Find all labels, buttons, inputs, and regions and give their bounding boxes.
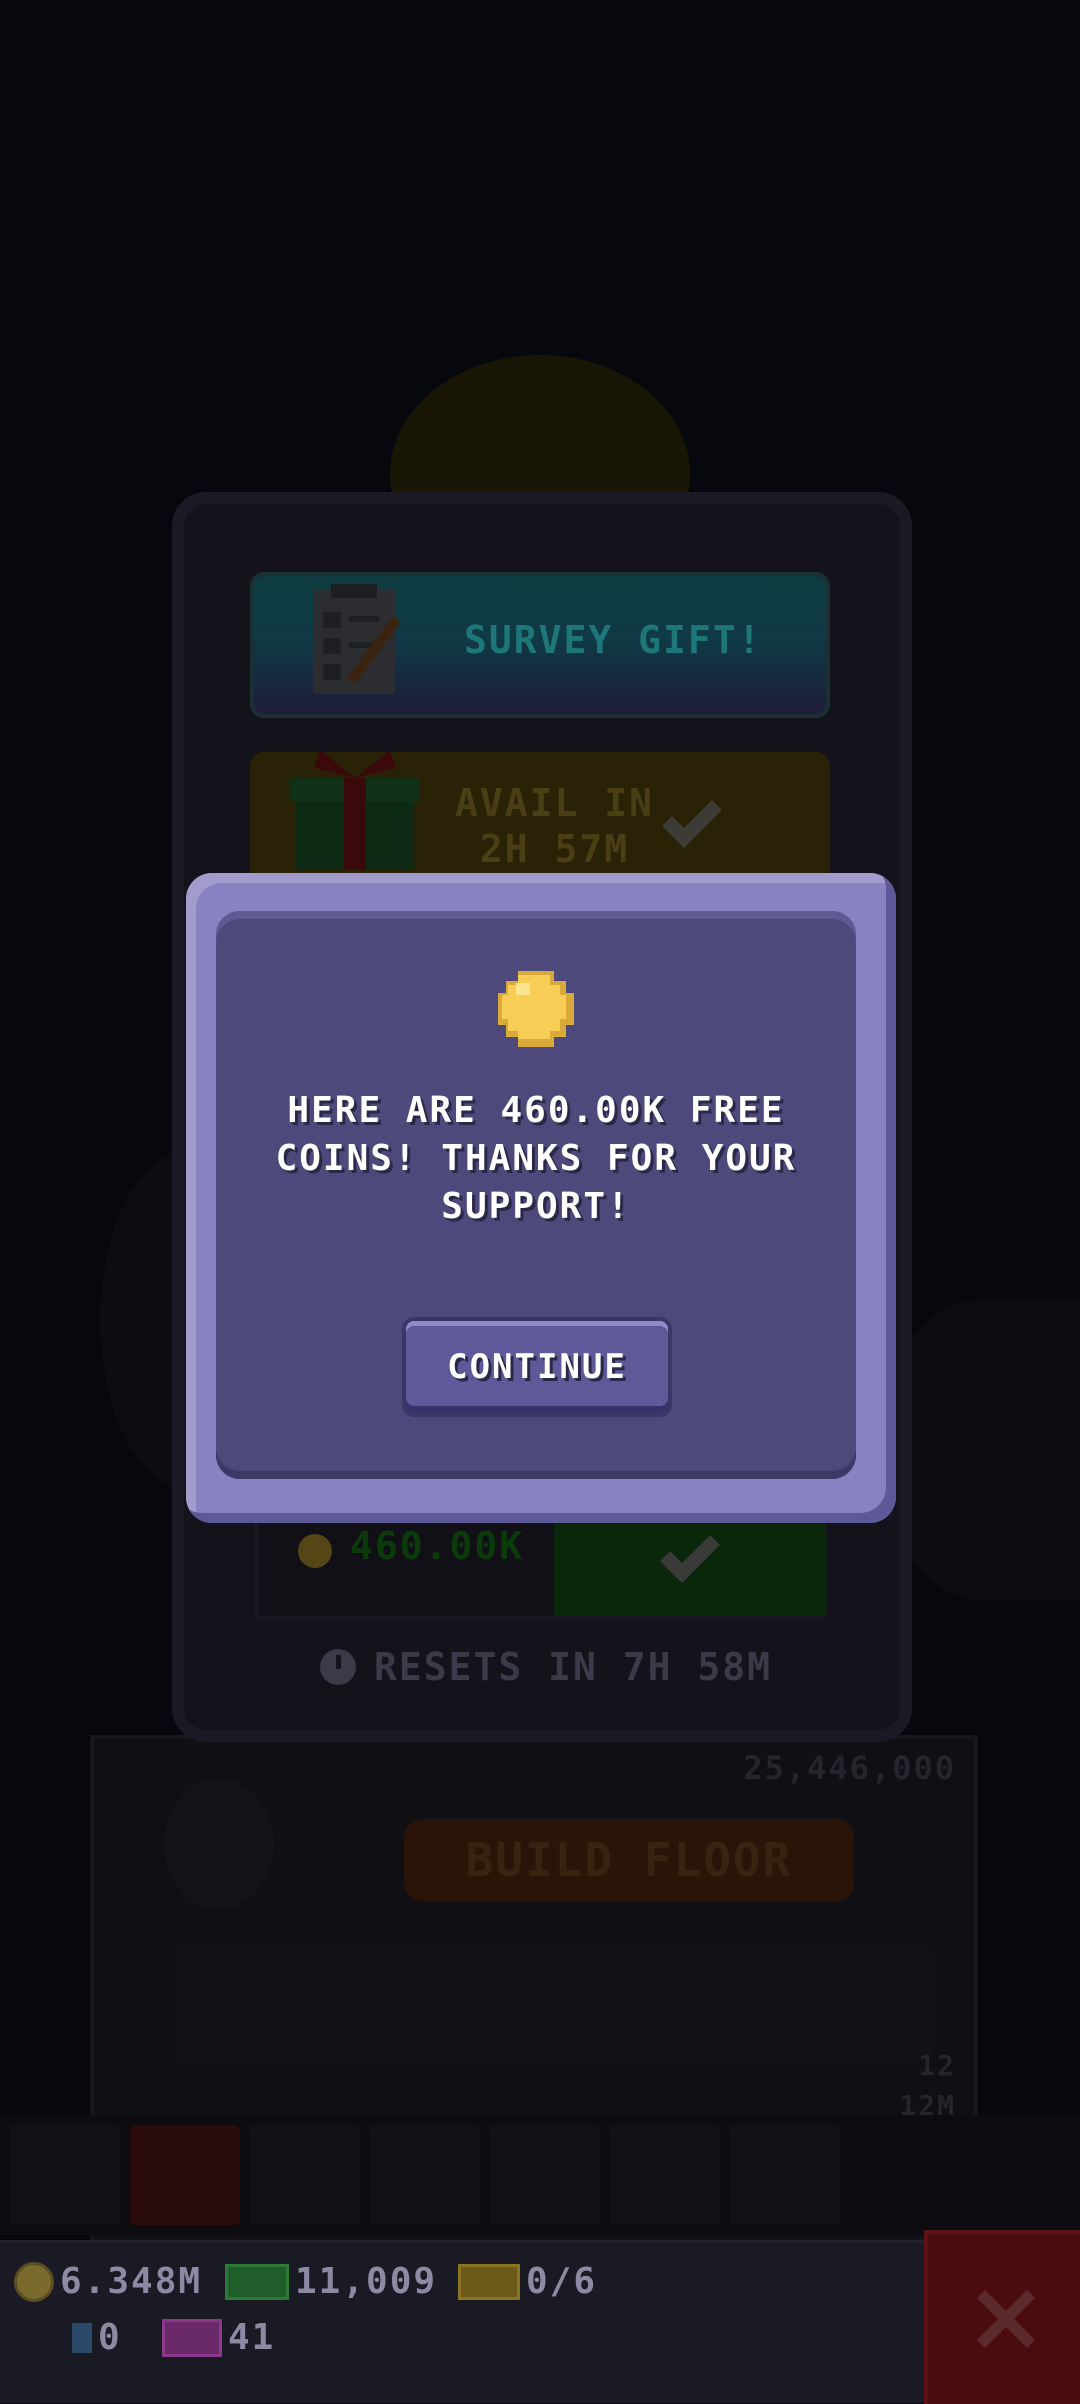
vip-counter: 0/6 [458, 2261, 597, 2302]
check-icon [662, 800, 722, 848]
continue-button[interactable]: CONTINUE [406, 1321, 668, 1413]
keys-value: 0 [98, 2317, 122, 2358]
vip-value: 0/6 [526, 2261, 598, 2302]
check-icon [660, 1535, 720, 1583]
clock-icon [320, 1649, 356, 1685]
bux-value: 11,009 [295, 2261, 438, 2302]
survey-gift-label: SURVEY GIFT! [464, 618, 763, 662]
reward-message: HERE ARE 460.00K FREE COINS! THANKS FOR … [275, 1090, 797, 1227]
vip-ticket-icon [458, 2263, 520, 2300]
floor-count: 12 [918, 2049, 956, 2082]
build-floor-button[interactable]: BUILD FLOOR [404, 1819, 854, 1901]
coins-counter: 6.348M [14, 2261, 202, 2302]
ticket-icon [162, 2318, 222, 2357]
bux-counter: 11,009 [225, 2261, 437, 2302]
toolbar-slot[interactable] [490, 2125, 600, 2225]
gift-timer: 2H 57M [479, 827, 630, 871]
gift-icon [290, 750, 420, 870]
tickets-value: 41 [228, 2317, 276, 2358]
resets-label: RESETS IN 7H 58M [374, 1645, 773, 1689]
resets-timer: RESETS IN 7H 58M [320, 1645, 772, 1689]
coin-icon [498, 971, 574, 1047]
toolbar-slot[interactable] [10, 2125, 120, 2225]
floor-cost: 25,446,000 [743, 1749, 956, 1787]
close-icon [977, 2290, 1035, 2348]
toolbar-slot[interactable] [370, 2125, 480, 2225]
tickets-counter: 41 [162, 2317, 275, 2358]
reward-amount: 460.00K [350, 1524, 525, 1568]
toolbar-slot[interactable] [730, 2125, 840, 2225]
key-icon [72, 2322, 92, 2353]
gift-avail-line: AVAIL IN [455, 781, 655, 825]
close-button[interactable] [924, 2230, 1080, 2404]
gift-availability: AVAIL IN 2H 57M [455, 780, 654, 872]
reward-modal: HERE ARE 460.00K FREE COINS! THANKS FOR … [186, 873, 896, 1523]
survey-gift-button[interactable]: SURVEY GIFT! [250, 572, 830, 718]
coin-icon [14, 2261, 54, 2302]
keys-counter: 0 [72, 2317, 122, 2358]
toolbar-slot[interactable] [130, 2125, 240, 2225]
toolbar [0, 2115, 1080, 2235]
clipboard-icon [313, 584, 401, 694]
coins-value: 6.348M [60, 2261, 203, 2302]
floor-row [174, 1949, 934, 2059]
toolbar-slot[interactable] [610, 2125, 720, 2225]
avatar [164, 1779, 274, 1909]
modal-body: HERE ARE 460.00K FREE COINS! THANKS FOR … [216, 911, 856, 1479]
bux-icon [225, 2263, 289, 2300]
toolbar-slot[interactable] [250, 2125, 360, 2225]
coin-icon [298, 1534, 332, 1568]
status-bar: 6.348M 11,009 0/6 0 41 [0, 2240, 930, 2403]
daily-gift-button[interactable]: AVAIL IN 2H 57M [250, 750, 830, 882]
